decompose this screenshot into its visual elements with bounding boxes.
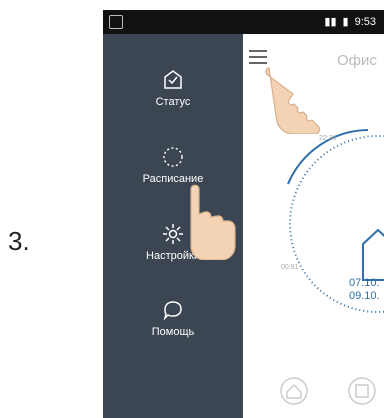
date-start: 07.10.	[349, 277, 380, 289]
dotted-circle-icon	[163, 147, 183, 167]
menu-item-label: Помощь	[151, 326, 195, 338]
shield-check-icon	[164, 70, 182, 89]
image-notification-icon	[109, 15, 123, 29]
status-bar: ▮▮ ▮ 9:53	[103, 10, 384, 34]
hamburger-menu-icon[interactable]	[249, 50, 267, 64]
menu-item-status[interactable]: Статус	[103, 68, 243, 108]
dial-tick-label: 22:30	[319, 135, 337, 142]
date-end: 09.10.	[349, 290, 380, 302]
home-mode-icon[interactable]	[279, 376, 309, 406]
menu-item-label: Статус	[155, 96, 191, 108]
tap-hand-icon	[190, 184, 236, 260]
page-title: Офис	[337, 52, 377, 69]
dial-left-label: 00:91	[281, 264, 299, 271]
navigation-drawer: Статус Расписание Настройки Помощь	[103, 34, 243, 418]
main-content: Офис 22:30 00:91 07.10. 09.10.	[243, 34, 384, 418]
phone-screenshot: ▮▮ ▮ 9:53 Статус Расписание Настройки По…	[103, 10, 384, 418]
step-number: 3.	[8, 226, 30, 256]
battery-icon: ▮	[342, 16, 349, 28]
time: 9:53	[354, 15, 376, 28]
status-icons: ▮▮ ▮ 9:53	[324, 15, 376, 29]
calendar-mode-icon[interactable]	[347, 376, 377, 406]
menu-item-schedule[interactable]: Расписание	[103, 145, 243, 185]
menu-item-help[interactable]: Помощь	[103, 298, 243, 338]
signal-icon: ▮▮	[324, 16, 337, 28]
schedule-dates: 07.10. 09.10.	[349, 277, 380, 303]
tap-hand-icon	[265, 67, 321, 134]
speech-bubble-icon	[163, 301, 182, 321]
